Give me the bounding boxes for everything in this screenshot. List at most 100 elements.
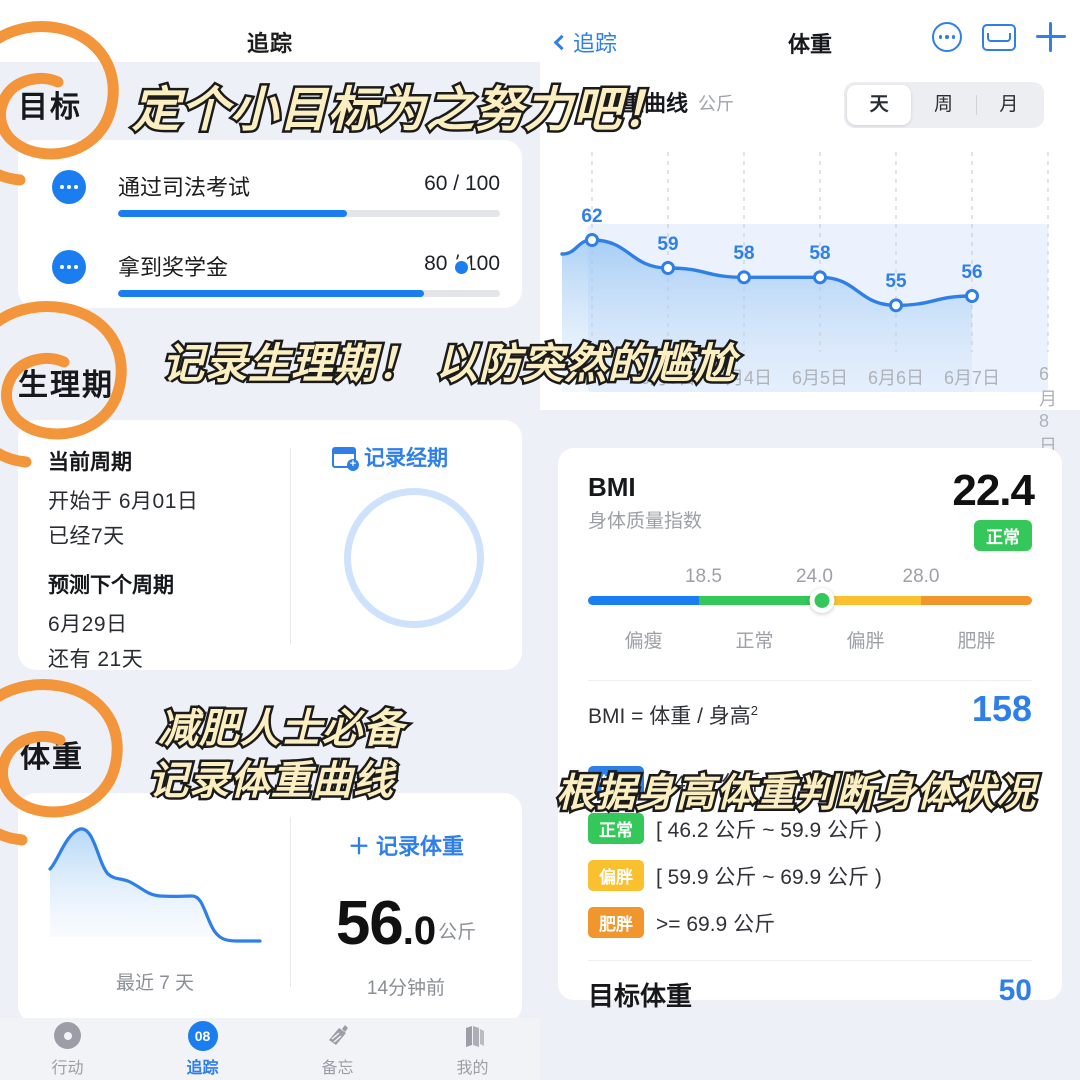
add-weight-button[interactable]: ＋ 记录体重 — [290, 829, 522, 861]
bmi-tick: 24.0 — [795, 566, 833, 587]
goal-weight-label: 目标体重 — [588, 981, 693, 1011]
bmi-card: BMI 身体质量指数 22.4 正常 18.5 24.0 28.0 偏瘦 正常 … — [558, 448, 1062, 1011]
archive-box-icon[interactable] — [982, 23, 1016, 51]
segment-month[interactable]: 月 — [977, 85, 1041, 125]
period-current-heading: 当前周期 — [48, 451, 132, 474]
tab-label: 我的 — [456, 1059, 489, 1077]
record-period-button[interactable]: + 记录经期 — [332, 442, 448, 472]
divider — [588, 960, 1032, 961]
section-label-goal: 目标 — [18, 91, 82, 124]
bmi-subtitle: 身体质量指数 — [588, 511, 703, 532]
period-next-remaining: 还有 21天 — [48, 648, 144, 671]
period-elapsed-line: 已经7天 — [48, 525, 125, 548]
goal-card: 通过司法考试 60 / 100 拿到奖学金 80 / 100 — [18, 140, 522, 308]
bmi-title: BMI — [588, 472, 636, 502]
left-panel: 追踪 目标 通过司法考试 60 / 100 拿到奖学金 80 / 100 生理期… — [0, 0, 540, 1080]
bmi-tick: 28.0 — [902, 566, 940, 587]
section-label-weight: 体重 — [20, 741, 84, 774]
note-pen-icon — [270, 1021, 405, 1051]
tab-action[interactable]: 行动 — [0, 1021, 135, 1078]
badge-08-icon: 08 — [135, 1020, 270, 1051]
chart-point-label: 56 — [961, 262, 983, 283]
goal-row[interactable]: 拿到奖学金 80 / 100 — [18, 242, 522, 312]
books-icon — [405, 1021, 540, 1051]
right-nav-bar: 追踪 体重 — [540, 0, 1080, 68]
goal-progress-bar — [118, 210, 500, 217]
bmi-scale-ticks: 18.5 24.0 28.0 — [588, 566, 1032, 590]
goal-row[interactable]: 通过司法考试 60 / 100 — [18, 162, 522, 232]
range-text: [ 59.9 公斤 ~ 69.9 公斤 ) — [656, 865, 882, 889]
chart-point-label: 59 — [657, 234, 679, 255]
period-cycle-marker — [452, 258, 471, 277]
chart-x-tick-label: 6月7日 — [943, 368, 1001, 388]
more-dots-icon[interactable] — [52, 170, 86, 204]
bmi-seg-normal — [699, 596, 810, 605]
tab-track[interactable]: 08 追踪 — [135, 1020, 270, 1078]
weight-decimal: .0 — [402, 909, 437, 953]
tab-memo[interactable]: 备忘 — [270, 1021, 405, 1078]
more-circle-icon[interactable] — [932, 22, 962, 52]
annotation-text-goal: 定个小目标为之努力吧！ — [129, 80, 672, 141]
bmi-cat: 肥胖 — [957, 631, 996, 652]
weight-value: 56 — [335, 889, 404, 958]
bmi-range-row: 偏胖 [ 59.9 公斤 ~ 69.9 公斤 ) — [588, 852, 1032, 899]
card-divider — [290, 448, 291, 644]
range-segmented-control[interactable]: 天 周 月 — [844, 82, 1044, 128]
bmi-category-labels: 偏瘦 正常 偏胖 肥胖 — [588, 626, 1032, 652]
bmi-formula-text: BMI = 体重 / 身高 — [588, 705, 751, 728]
weight-card: 最近 7 天 ＋ 记录体重 56.0 公斤 14分钟前 — [18, 793, 522, 1023]
range-tag: 肥胖 — [588, 907, 644, 938]
chart-x-tick-label: 6月5日 — [791, 368, 849, 388]
tab-label: 行动 — [51, 1059, 84, 1077]
bmi-cat: 偏胖 — [846, 631, 885, 652]
segment-week[interactable]: 周 — [911, 85, 975, 125]
curve-unit: 公斤 — [698, 94, 734, 114]
chart-point-label: 55 — [885, 271, 907, 293]
annotation-text-period: 记录生理期！ 以防突然的尴尬 — [160, 337, 739, 391]
goal-progress-bar — [118, 290, 500, 297]
chart-point-label: 62 — [581, 206, 603, 227]
goal-weight-value: 50 — [998, 974, 1032, 1007]
weight-mini-chart — [40, 817, 270, 962]
chart-data-point — [661, 261, 675, 275]
left-nav-title: 追踪 — [246, 31, 293, 56]
tab-label: 备忘 — [321, 1059, 354, 1077]
record-period-label: 记录经期 — [364, 447, 448, 470]
bmi-value: 22.4 — [952, 466, 1035, 515]
period-cycle-ring — [344, 488, 484, 628]
bmi-formula-exponent: 2 — [750, 703, 759, 718]
chart-data-point — [585, 233, 599, 247]
weight-updated-time: 14分钟前 — [366, 978, 446, 999]
period-next-heading: 预测下个周期 — [48, 574, 174, 597]
tab-label: 追踪 — [186, 1059, 219, 1077]
annotation-text-weight-2: 记录体重曲线 — [146, 756, 396, 807]
chart-point-label: 58 — [809, 243, 831, 265]
period-info: 当前周期 开始于 6月01日 已经7天 预测下个周期 6月29日 还有 21天 — [48, 446, 288, 678]
divider — [588, 680, 1032, 681]
chart-point-label: 58 — [733, 243, 755, 265]
segment-day[interactable]: 天 — [847, 85, 912, 125]
goal-name: 通过司法考试 — [118, 175, 251, 200]
more-dots-icon[interactable] — [52, 250, 86, 284]
chart-x-tick-label: 6月8日 — [1039, 364, 1057, 456]
tab-mine[interactable]: 我的 — [405, 1021, 540, 1078]
chart-data-point — [889, 298, 903, 313]
bmi-status-badge: 正常 — [974, 520, 1032, 551]
period-start-line: 开始于 6月01日 — [48, 490, 199, 513]
plus-icon[interactable] — [1036, 22, 1066, 52]
disc-icon — [0, 1021, 135, 1051]
period-next-date: 6月29日 — [48, 613, 128, 636]
bmi-formula: BMI = 体重 / 身高2 — [588, 700, 758, 730]
annotation-text-bmi: 根据身高体重判断身体状况 — [553, 769, 1037, 819]
tabbar-left: 行动 08 追踪 备忘 我的 — [0, 1018, 540, 1080]
tab-badge-count: 08 — [187, 1020, 218, 1051]
bmi-seg-underweight — [588, 596, 699, 605]
bmi-seg-obese — [921, 596, 1032, 605]
chart-data-point — [737, 270, 751, 285]
section-label-period: 生理期 — [18, 369, 114, 402]
goal-progress-value: 60 / 100 — [424, 172, 500, 195]
bmi-indicator-knob — [809, 588, 835, 613]
nav-actions — [932, 22, 1066, 52]
bmi-cat: 正常 — [735, 631, 774, 652]
calendar-plus-icon: + — [332, 446, 359, 471]
